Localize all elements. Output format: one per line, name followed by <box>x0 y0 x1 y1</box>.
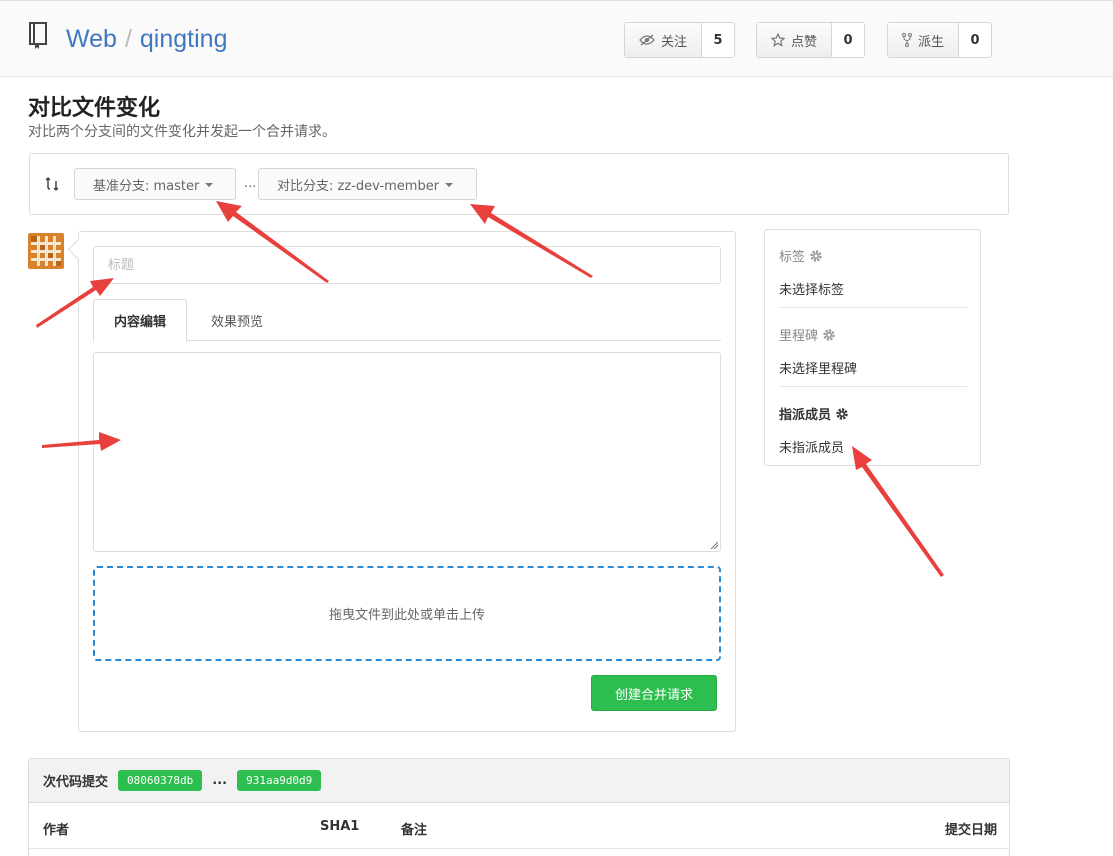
labels-value: 未选择标签 <box>779 283 845 298</box>
fork-count[interactable]: 0 <box>959 23 991 57</box>
star-button[interactable]: 点赞 <box>757 23 833 57</box>
from-sha-badge[interactable]: 08060378db <box>118 770 203 791</box>
to-sha-badge[interactable]: 931aa9d0d9 <box>237 770 322 791</box>
caret-down-icon <box>205 183 214 187</box>
gear-icon[interactable] <box>822 328 836 342</box>
table-row-divider <box>29 848 1009 849</box>
title-input[interactable] <box>93 246 721 284</box>
watch-label: 关注 <box>661 34 688 50</box>
fork-label: 派生 <box>918 34 945 50</box>
milestone-value: 未选择里程碑 <box>779 362 858 377</box>
fork-icon <box>902 33 912 47</box>
gear-icon[interactable] <box>809 249 823 263</box>
head-branch-select[interactable]: 对比分支: zz-dev-member <box>258 168 477 200</box>
sidebar-divider <box>779 386 967 387</box>
compare-dots: ... <box>244 176 257 191</box>
page-subtitle: 对比两个分支间的文件变化并发起一个合并请求。 <box>28 124 336 140</box>
watch-button-group: 关注 5 <box>624 22 736 58</box>
eye-slash-icon <box>639 34 655 46</box>
milestone-section: 里程碑 未选择里程碑 <box>779 325 967 377</box>
column-message: 备注 <box>401 823 428 838</box>
content-textarea[interactable] <box>93 352 721 552</box>
column-sha1: SHA1 <box>320 819 360 834</box>
star-count[interactable]: 0 <box>832 23 864 57</box>
commits-header: 次代码提交 08060378db ... 931aa9d0d9 <box>29 759 1009 803</box>
column-date: 提交日期 <box>944 823 997 838</box>
pr-sidebar: 标签 未选择标签 里程碑 未选择里程碑 指派成员 未指派成员 <box>764 229 981 466</box>
sidebar-divider <box>779 307 967 308</box>
repo-book-icon <box>29 22 47 49</box>
tab-edit[interactable]: 内容编辑 <box>93 299 188 342</box>
watch-count[interactable]: 5 <box>702 23 734 57</box>
repo-breadcrumb: Web / qingting <box>66 23 227 55</box>
branch-compare-bar: 基准分支: master ... 对比分支: zz-dev-member <box>29 153 1009 215</box>
avatar <box>28 233 64 269</box>
fork-button-group: 派生 0 <box>887 22 993 58</box>
base-branch-select[interactable]: 基准分支: master <box>74 168 236 200</box>
labels-section: 标签 未选择标签 <box>779 246 967 298</box>
owner-link[interactable]: Web <box>66 25 117 53</box>
resize-grip-icon[interactable] <box>710 541 718 549</box>
assignee-value: 未指派成员 <box>779 441 845 456</box>
upload-text: 拖曳文件到此处或单击上传 <box>328 608 485 623</box>
tab-preview[interactable]: 效果预览 <box>191 299 283 342</box>
column-author: 作者 <box>43 823 70 838</box>
page-title: 对比文件变化 <box>28 96 161 121</box>
fork-button[interactable]: 派生 <box>888 23 960 57</box>
create-pull-request-button[interactable]: 创建合并请求 <box>591 675 717 711</box>
milestone-title: 里程碑 <box>779 329 819 344</box>
star-label: 点赞 <box>791 34 818 50</box>
assignee-section: 指派成员 未指派成员 <box>779 404 967 456</box>
watch-button[interactable]: 关注 <box>625 23 703 57</box>
file-upload-dropzone[interactable]: 拖曳文件到此处或单击上传 <box>93 566 721 661</box>
gear-icon[interactable] <box>835 407 849 421</box>
base-branch-label: 基准分支: master <box>93 178 200 194</box>
commits-table: 次代码提交 08060378db ... 931aa9d0d9 作者 SHA1 … <box>28 758 1010 856</box>
star-button-group: 点赞 0 <box>756 22 866 58</box>
star-icon <box>771 33 785 47</box>
assignee-title: 指派成员 <box>779 408 832 423</box>
assignee-header[interactable]: 指派成员 <box>779 404 967 423</box>
caret-down-icon <box>445 183 454 187</box>
repo-header: Web / qingting 关注 5 点赞 0 派生 0 <box>0 0 1113 77</box>
repo-link[interactable]: qingting <box>140 25 228 53</box>
breadcrumb-separator: / <box>124 25 132 53</box>
labels-title: 标签 <box>779 250 806 265</box>
head-branch-label: 对比分支: zz-dev-member <box>277 178 440 194</box>
commits-dots: ... <box>212 773 228 788</box>
pull-request-form: 内容编辑 效果预览 拖曳文件到此处或单击上传 创建合并请求 <box>78 231 736 732</box>
milestone-header[interactable]: 里程碑 <box>779 325 967 344</box>
labels-header[interactable]: 标签 <box>779 246 967 265</box>
commits-title: 次代码提交 <box>43 775 109 790</box>
editor-tabs: 内容编辑 效果预览 <box>93 299 721 342</box>
compare-icon <box>45 176 59 192</box>
